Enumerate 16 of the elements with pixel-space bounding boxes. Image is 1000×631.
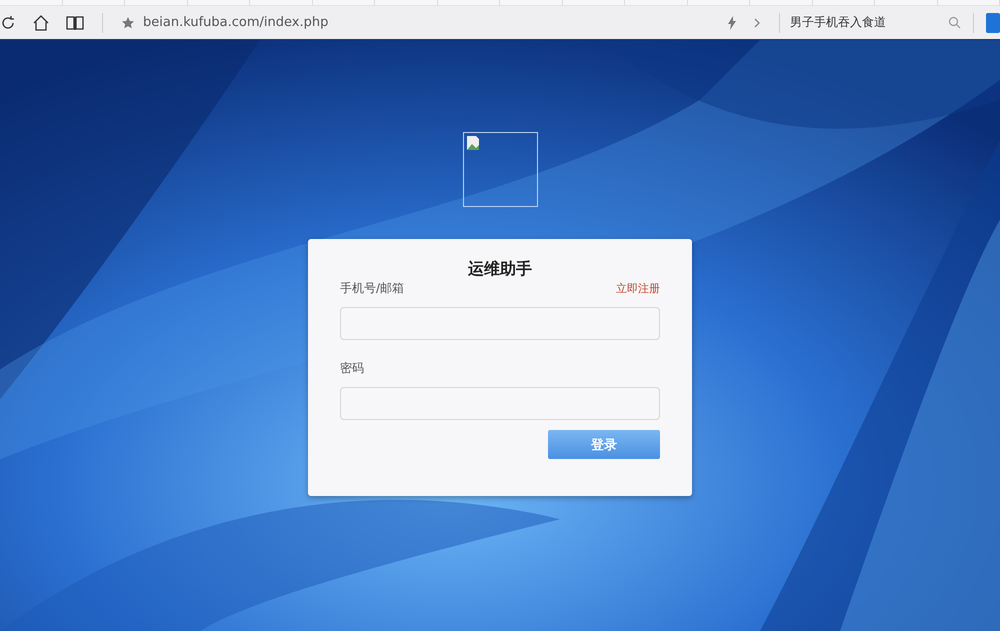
address-bar[interactable]: beian.kufuba.com/index.php [143,15,328,30]
password-label: 密码 [340,360,365,377]
home-icon[interactable] [32,14,50,30]
account-label: 手机号/邮箱 [340,280,404,297]
account-field[interactable] [340,307,660,340]
book-icon[interactable] [66,14,84,30]
search-icon[interactable] [948,16,961,29]
login-title: 运维助手 [467,259,533,280]
broken-image-icon [462,132,538,207]
search-field[interactable]: 男子手机吞入食道 [790,16,940,30]
star-icon[interactable] [121,16,135,30]
reload-icon[interactable] [0,14,16,30]
chevron-right-icon[interactable] [753,16,761,28]
register-link[interactable]: 立即注册 [616,281,660,296]
password-field[interactable] [340,387,660,420]
lightning-icon[interactable] [727,16,737,30]
